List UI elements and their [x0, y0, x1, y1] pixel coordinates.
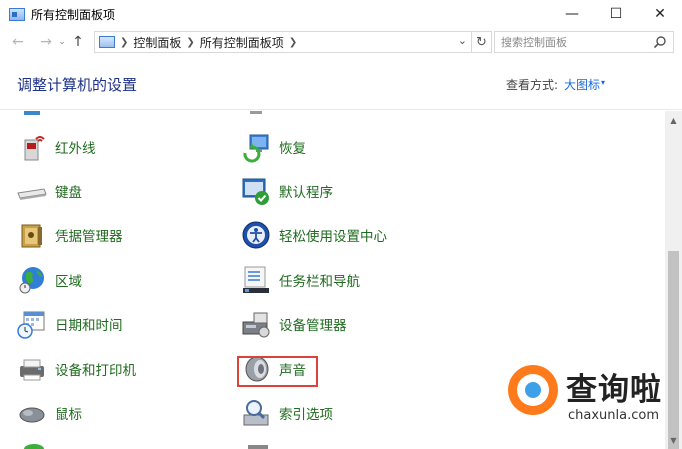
control-panel-icon: [9, 7, 25, 21]
partial-item-icon: [248, 445, 268, 449]
back-button[interactable]: ←: [8, 31, 28, 53]
breadcrumb-control-panel[interactable]: 控制面板: [133, 34, 181, 51]
item-indexing-options[interactable]: 索引选项: [240, 393, 333, 433]
up-button[interactable]: ↑: [68, 31, 88, 53]
item-keyboard[interactable]: 键盘: [16, 171, 82, 211]
search-input[interactable]: [501, 35, 651, 49]
search-box[interactable]: [494, 31, 674, 53]
item-region[interactable]: 区域: [16, 260, 82, 300]
item-taskbar-navigation[interactable]: 任务栏和导航: [240, 260, 360, 300]
forward-button[interactable]: →: [36, 31, 56, 53]
watermark-text: 查询啦: [566, 372, 662, 408]
scroll-up-button[interactable]: ▲: [665, 113, 682, 127]
item-mouse[interactable]: 鼠标: [16, 393, 82, 433]
address-dropdown-button[interactable]: ⌄: [458, 34, 467, 47]
item-ease-of-access[interactable]: 轻松使用设置中心: [240, 215, 387, 255]
control-panel-icon: [99, 36, 115, 48]
item-date-time[interactable]: 日期和时间: [16, 304, 123, 344]
partial-item-icon: [24, 444, 44, 449]
keyboard-icon: [17, 188, 47, 200]
chaxunla-logo-icon: [508, 365, 558, 415]
item-devices-printers[interactable]: 设备和打印机: [16, 349, 136, 389]
breadcrumb-all-items[interactable]: 所有控制面板项: [200, 34, 284, 51]
view-by-dropdown[interactable]: 大图标: [564, 76, 600, 93]
maximize-button[interactable]: ☐: [594, 0, 638, 28]
view-by-label: 查看方式:: [506, 78, 559, 92]
page-title: 调整计算机的设置: [17, 76, 138, 94]
credential-manager-icon: [21, 224, 42, 248]
search-icon[interactable]: [653, 35, 667, 49]
item-infrared[interactable]: 红外线: [16, 127, 96, 167]
watermark-url: chaxunla.com: [568, 408, 659, 423]
close-button[interactable]: ✕: [638, 0, 682, 28]
content-header: 调整计算机的设置 查看方式: 大图标 ▾: [0, 56, 682, 110]
item-recovery[interactable]: 恢复: [240, 127, 306, 167]
mouse-icon: [19, 407, 45, 423]
title-bar: 所有控制面板项 — ☐ ✕: [0, 0, 682, 28]
window-title: 所有控制面板项: [31, 7, 116, 22]
indexing-options-icon: [243, 400, 269, 426]
recovery-icon: [243, 134, 269, 163]
partial-item-icon: [250, 111, 262, 114]
window-controls: — ☐ ✕: [550, 0, 682, 28]
infrared-icon: [24, 136, 45, 161]
device-manager-icon: [242, 312, 270, 338]
item-device-manager[interactable]: 设备管理器: [240, 304, 347, 344]
watermark: 查询啦 chaxunla.com: [506, 364, 682, 426]
partial-item-icon: [24, 111, 40, 115]
printer-icon: [20, 359, 44, 381]
ease-of-access-icon: [242, 221, 270, 249]
chevron-right-icon[interactable]: ❯: [186, 37, 194, 48]
chevron-right-icon[interactable]: ❯: [289, 37, 297, 48]
minimize-button[interactable]: —: [550, 0, 594, 28]
item-credential-manager[interactable]: 凭据管理器: [16, 215, 123, 255]
address-bar[interactable]: ❯ 控制面板 ❯ 所有控制面板项 ❯ ⌄: [94, 31, 472, 53]
refresh-button[interactable]: ↻: [472, 31, 492, 53]
item-default-programs[interactable]: 默认程序: [240, 171, 333, 211]
default-programs-icon: [242, 178, 269, 205]
chevron-down-icon[interactable]: ▾: [601, 78, 605, 87]
taskbar-icon: [243, 266, 269, 293]
navigation-bar: ← → ⌄ ↑ ❯ 控制面板 ❯ 所有控制面板项 ❯ ⌄ ↻: [0, 28, 682, 56]
sound-highlight-box: [237, 356, 318, 387]
chevron-right-icon[interactable]: ❯: [120, 37, 128, 48]
globe-icon: [19, 267, 44, 294]
recent-locations-button[interactable]: ⌄: [56, 31, 68, 53]
calendar-clock-icon: [17, 311, 45, 339]
scroll-down-button[interactable]: ▼: [665, 433, 682, 447]
